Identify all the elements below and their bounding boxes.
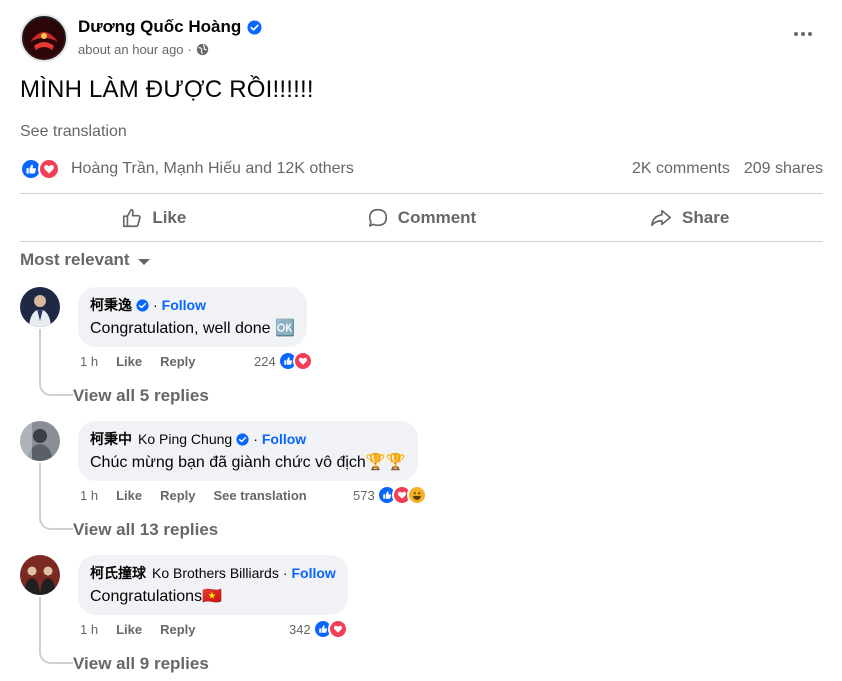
view-replies-link[interactable]: View all 13 replies	[73, 520, 218, 540]
more-options-button[interactable]	[788, 22, 818, 46]
comment-bubble: 柯氏撞球 Ko Brothers Billiards · Follow Cong…	[78, 555, 348, 615]
comment-text: Congratulations🇻🇳	[90, 588, 222, 605]
post-timestamp[interactable]: about an hour ago	[78, 42, 184, 57]
more-dot-icon	[808, 32, 812, 36]
commenter-name[interactable]: 柯氏撞球	[90, 563, 146, 583]
comment-actions: 1 h Like Reply	[80, 354, 196, 369]
author-name[interactable]: Dương Quốc Hoàng	[78, 17, 241, 37]
comment-text: Congratulation, well done 🆗	[90, 320, 295, 337]
love-reaction-icon	[38, 158, 60, 180]
love-reaction-icon	[292, 351, 313, 371]
comment-reactions[interactable]: 573	[353, 485, 427, 505]
more-dot-icon	[794, 32, 798, 36]
comment-reaction-count: 342	[289, 621, 311, 637]
reaction-icons[interactable]	[20, 158, 60, 180]
comment-reaction-count: 224	[254, 353, 276, 369]
like-label: Like	[152, 208, 187, 227]
reply-thread-line	[39, 463, 73, 530]
comment-time[interactable]: 1 h	[80, 488, 98, 503]
share-label: Share	[682, 208, 730, 227]
reply-thread-line	[39, 597, 73, 664]
comment-label: Comment	[397, 208, 477, 227]
share-arrow-icon	[651, 209, 672, 227]
verified-badge-icon	[136, 298, 149, 312]
comment-reactions[interactable]: 342	[289, 619, 348, 639]
reply-thread-line	[39, 329, 73, 396]
comment-sort-dropdown[interactable]: Most relevant	[20, 250, 150, 270]
see-translation-link[interactable]: See translation	[20, 123, 127, 141]
love-reaction-icon	[327, 619, 348, 639]
sort-label: Most relevant	[20, 250, 130, 269]
comment-like-button[interactable]: Like	[116, 488, 142, 503]
separator-dot: ·	[153, 297, 158, 313]
comment-time[interactable]: 1 h	[80, 622, 98, 637]
comment-bubble: 柯秉逸 · Follow Congratulation, well done 🆗	[78, 287, 307, 347]
more-dot-icon	[801, 32, 805, 36]
caret-down-icon	[137, 258, 150, 265]
verified-badge-icon	[247, 19, 262, 35]
comment-reaction-count: 573	[353, 487, 375, 503]
comment-button[interactable]: Comment	[288, 196, 556, 240]
commenter-avatar[interactable]	[20, 287, 60, 327]
separator-dot: ·	[282, 565, 288, 581]
comment-item: 柯氏撞球 Ko Brothers Billiards · Follow Cong…	[20, 555, 820, 677]
comment-time[interactable]: 1 h	[80, 354, 98, 369]
follow-button[interactable]: Follow	[292, 565, 336, 581]
share-button[interactable]: Share	[555, 196, 823, 240]
avatar-logo-image	[24, 18, 64, 58]
globe-icon	[196, 43, 209, 56]
comment-item: 柯秉中 Ko Ping Chung · Follow Chúc mừng bạn…	[20, 421, 820, 543]
thumbs-up-icon	[123, 208, 142, 228]
divider	[20, 193, 823, 194]
post-header: Dương Quốc Hoàng about an hour ago ·	[20, 14, 824, 64]
commenter-alt-name[interactable]: Ko Ping Chung	[138, 431, 232, 447]
verified-badge-icon	[236, 432, 249, 446]
follow-button[interactable]: Follow	[162, 297, 206, 313]
commenter-name[interactable]: 柯秉逸	[90, 295, 132, 315]
post-author[interactable]: Dương Quốc Hoàng	[78, 17, 262, 37]
haha-reaction-icon	[406, 485, 427, 505]
separator-dot: ·	[253, 431, 258, 447]
commenter-avatar[interactable]	[20, 555, 60, 595]
divider	[20, 241, 823, 242]
comment-reply-button[interactable]: Reply	[160, 622, 195, 637]
post-text: MÌNH LÀM ĐƯỢC RỒI!!!!!!	[20, 76, 314, 103]
commenter-alt-name[interactable]: Ko Brothers Billiards	[152, 565, 279, 581]
comment-like-button[interactable]: Like	[116, 354, 142, 369]
follow-button[interactable]: Follow	[262, 431, 306, 447]
post-meta: about an hour ago ·	[78, 42, 209, 57]
view-replies-link[interactable]: View all 5 replies	[73, 386, 209, 406]
reaction-names[interactable]: Hoàng Trần, Mạnh Hiếu and 12K others	[71, 160, 354, 178]
comment-reply-button[interactable]: Reply	[160, 354, 195, 369]
shares-count[interactable]: 209 shares	[744, 160, 823, 178]
comment-text: Chúc mừng bạn đã giành chức vô địch🏆🏆	[90, 454, 406, 471]
comment-actions: 1 h Like Reply See translation	[80, 488, 307, 503]
comment-bubble: 柯秉中 Ko Ping Chung · Follow Chúc mừng bạn…	[78, 421, 418, 481]
post-action-bar: Like Comment Share	[20, 196, 823, 240]
comment-translate-link[interactable]: See translation	[214, 488, 307, 503]
comments-count[interactable]: 2K comments	[632, 160, 730, 178]
commenter-avatar[interactable]	[20, 421, 60, 461]
commenter-name[interactable]: 柯秉中	[90, 429, 132, 449]
comment-item: 柯秉逸 · Follow Congratulation, well done 🆗…	[20, 287, 820, 409]
comment-reply-button[interactable]: Reply	[160, 488, 195, 503]
meta-separator: ·	[187, 42, 192, 57]
comment-reactions[interactable]: 224	[254, 351, 313, 371]
comment-actions: 1 h Like Reply	[80, 622, 196, 637]
comment-bubble-icon	[368, 208, 387, 227]
author-avatar[interactable]	[20, 14, 68, 62]
post-stats: 2K comments 209 shares	[632, 160, 823, 178]
view-replies-link[interactable]: View all 9 replies	[73, 654, 209, 674]
comment-like-button[interactable]: Like	[116, 622, 142, 637]
reactions-summary: Hoàng Trần, Mạnh Hiếu and 12K others 2K …	[20, 156, 823, 182]
like-button[interactable]: Like	[20, 196, 288, 240]
